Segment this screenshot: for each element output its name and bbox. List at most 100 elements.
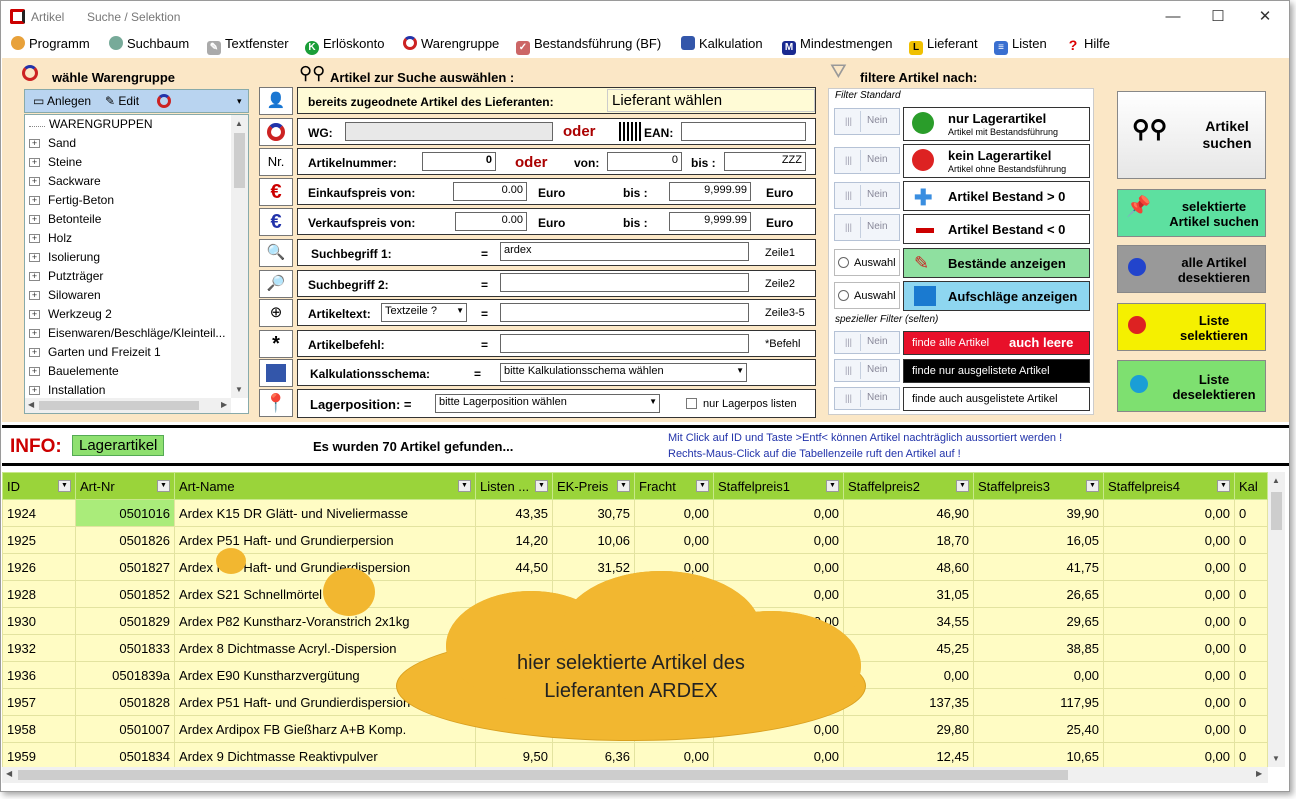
tree-item[interactable]: + Werkzeug 2 <box>29 307 248 326</box>
expand-icon[interactable]: + <box>29 215 40 224</box>
table-cell[interactable]: 39,90 <box>973 499 1104 527</box>
table-cell[interactable]: 0501833 <box>75 634 175 662</box>
table-cell[interactable]: 0501839a <box>75 661 175 689</box>
table-cell[interactable]: 1959 <box>2 742 76 770</box>
table-cell[interactable]: 0 <box>1234 634 1268 662</box>
table-cell[interactable]: 1930 <box>2 607 76 635</box>
expand-icon[interactable]: + <box>29 253 40 262</box>
column-header[interactable]: ID ▼ <box>2 472 76 500</box>
alle-desektieren-button[interactable]: alle Artikel desektieren <box>1117 245 1266 293</box>
table-cell[interactable]: 18,70 <box>843 526 974 554</box>
edit-button[interactable]: ✎ Edit <box>105 94 139 108</box>
star-icon[interactable]: * <box>259 330 293 358</box>
table-cell[interactable]: 30,75 <box>552 499 635 527</box>
lieferant-icon[interactable]: 👤 <box>259 87 293 115</box>
table-cell[interactable]: 0,00 <box>634 526 714 554</box>
artnr-bis-field[interactable]: ZZZ <box>724 152 806 171</box>
such1-field[interactable]: ardex <box>500 242 749 261</box>
table-cell[interactable]: 0,00 <box>973 661 1104 689</box>
filter-dropdown-icon[interactable]: ▼ <box>956 480 969 492</box>
magnifier-plus-icon[interactable]: 🔎 <box>259 270 293 298</box>
table-cell[interactable]: 0,00 <box>1103 742 1235 770</box>
table-cell[interactable]: Ardex K15 DR Glätt- und Niveliermasse <box>174 499 476 527</box>
table-cell[interactable]: 0 <box>1234 742 1268 770</box>
table-cell[interactable]: 0,00 <box>1103 526 1235 554</box>
column-header[interactable]: Listen ... ▼ <box>475 472 553 500</box>
ek-bis-field[interactable]: 9,999.99 <box>669 182 751 201</box>
bestand-groesser-button[interactable]: ✚ Artikel Bestand > 0 <box>903 181 1090 211</box>
expand-icon[interactable]: + <box>29 386 40 395</box>
table-cell[interactable]: 0 <box>1234 661 1268 689</box>
table-cell[interactable]: 0 <box>1234 607 1268 635</box>
table-cell[interactable]: 0,00 <box>1103 499 1235 527</box>
expand-icon[interactable]: + <box>29 367 40 376</box>
column-header[interactable]: Staffelpreis3 ▼ <box>973 472 1104 500</box>
toolbar-dropdown-icon[interactable]: ▾ <box>237 96 242 107</box>
table-cell[interactable]: 10,65 <box>973 742 1104 770</box>
table-cell[interactable]: 0,00 <box>1103 634 1235 662</box>
expand-icon[interactable]: + <box>29 291 40 300</box>
table-cell[interactable]: 0,00 <box>1103 661 1235 689</box>
expand-icon[interactable]: + <box>29 139 40 148</box>
menu-textfenster[interactable]: ✎ Textfenster <box>207 36 289 55</box>
auch-ausgelistet-button[interactable]: finde auch ausgelistete Artikel <box>903 387 1090 411</box>
filter-dropdown-icon[interactable]: ▼ <box>535 480 548 492</box>
table-cell[interactable]: 26,65 <box>973 580 1104 608</box>
filter-dropdown-icon[interactable]: ▼ <box>617 480 630 492</box>
auswahl-bestaende-radio[interactable]: Auswahl <box>834 249 900 276</box>
menu-listen[interactable]: ≡ Listen <box>994 36 1047 55</box>
liste-deselektieren-button[interactable]: Liste deselektieren <box>1117 360 1266 412</box>
tree-root[interactable]: WARENGRUPPEN <box>29 117 248 136</box>
warengruppe-row-icon[interactable] <box>259 118 293 146</box>
expand-icon[interactable]: + <box>29 329 40 338</box>
table-cell[interactable]: 1958 <box>2 715 76 743</box>
table-cell[interactable]: 1928 <box>2 580 76 608</box>
filter-dropdown-icon[interactable]: ▼ <box>1086 480 1099 492</box>
expand-icon[interactable]: + <box>29 234 40 243</box>
finde-alle-button[interactable]: finde alle Artikel auch leere <box>903 331 1090 355</box>
table-cell[interactable]: 1936 <box>2 661 76 689</box>
tree-hscrollbar[interactable]: ◀ ▶ <box>25 398 231 413</box>
table-cell[interactable]: 0 <box>1234 553 1268 581</box>
table-cell[interactable]: 0 <box>1234 499 1268 527</box>
column-header[interactable]: Art-Nr ▼ <box>75 472 175 500</box>
column-header[interactable]: Staffelpreis4 ▼ <box>1103 472 1235 500</box>
table-cell[interactable]: 43,35 <box>475 499 553 527</box>
column-header[interactable]: Staffelpreis2 ▼ <box>843 472 974 500</box>
euro-red-icon[interactable]: € <box>259 178 293 206</box>
table-cell[interactable]: 1932 <box>2 634 76 662</box>
table-row[interactable]: 1924 0501016 Ardex K15 DR Glätt- und Nivel… <box>2 499 1268 527</box>
table-cell[interactable]: 0,00 <box>713 526 844 554</box>
kein-lagerartikel-button[interactable]: kein Lagerartikel Artikel ohne Bestandsfü… <box>903 144 1090 178</box>
tree-item[interactable]: + Sackware <box>29 174 248 193</box>
table-cell[interactable]: 0501826 <box>75 526 175 554</box>
column-header[interactable]: EK-Preis ▼ <box>552 472 635 500</box>
location-pin-icon[interactable]: 📍 <box>259 389 293 417</box>
menu-mindestmengen[interactable]: M Mindestmengen <box>782 36 893 55</box>
filter-dropdown-icon[interactable]: ▼ <box>1217 480 1230 492</box>
table-cell[interactable]: 0,00 <box>1103 688 1235 716</box>
nur-ausgelistet-button[interactable]: finde nur ausgelistete Artikel <box>903 359 1090 383</box>
tree-item[interactable]: + Steine <box>29 155 248 174</box>
artnr-von-field[interactable]: 0 <box>607 152 682 171</box>
tree-item[interactable]: + Betonteile <box>29 212 248 231</box>
expand-icon[interactable]: + <box>29 196 40 205</box>
menu-lieferant[interactable]: L Lieferant <box>909 36 978 55</box>
menu-suchbaum[interactable]: Suchbaum <box>109 36 189 51</box>
tree-item[interactable]: + Silowaren <box>29 288 248 307</box>
tree-item[interactable]: + Garten und Freizeit 1 <box>29 345 248 364</box>
minimize-button[interactable]: — <box>1153 1 1193 32</box>
table-cell[interactable]: 38,85 <box>973 634 1104 662</box>
toggle-lager[interactable]: ||| Nein <box>834 108 900 135</box>
wg-field[interactable] <box>345 122 553 141</box>
tree-item[interactable]: + Fertig-Beton <box>29 193 248 212</box>
toggle-nur-ausgelistet[interactable]: ||| Nein <box>834 359 900 382</box>
menu-kalkulation[interactable]: Kalkulation <box>681 36 763 51</box>
filter-dropdown-icon[interactable]: ▼ <box>696 480 709 492</box>
table-cell[interactable]: 0,00 <box>713 499 844 527</box>
table-cell[interactable]: 29,65 <box>973 607 1104 635</box>
artikel-suchen-button[interactable]: ⚲⚲ Artikel suchen <box>1117 91 1266 179</box>
tree-item[interactable]: + Putzträger <box>29 269 248 288</box>
menu-programm[interactable]: Programm <box>11 36 90 51</box>
magnifier-icon[interactable]: 🔍 <box>259 239 293 267</box>
